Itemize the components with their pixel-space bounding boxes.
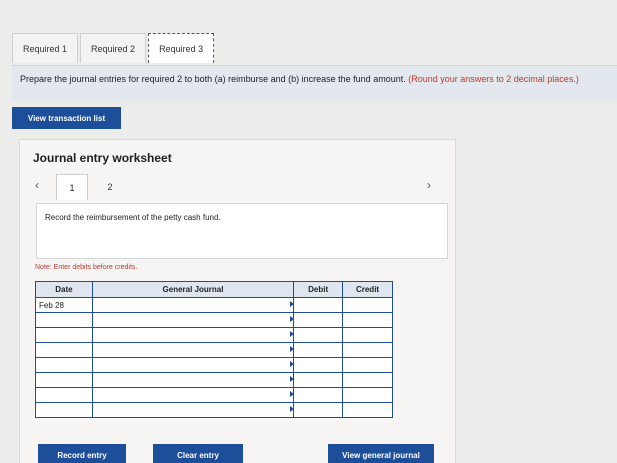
credit-cell[interactable] [342, 402, 393, 418]
requirement-tabs: Required 1 Required 2 Required 3 [12, 33, 216, 63]
debit-cell[interactable] [293, 297, 344, 313]
table-row [35, 357, 393, 373]
col-general-journal-header: General Journal [91, 281, 295, 298]
col-date-header: Date [35, 281, 93, 298]
view-transaction-list-button[interactable]: View transaction list [12, 107, 121, 129]
date-cell[interactable] [35, 312, 93, 328]
page-tab-1[interactable]: 1 [56, 174, 88, 200]
debit-credit-note: Note: Enter debits before credits. [35, 264, 138, 271]
account-cell[interactable] [91, 387, 296, 403]
clear-entry-button[interactable]: Clear entry [153, 444, 243, 463]
account-cell[interactable] [91, 297, 296, 313]
debit-cell[interactable] [293, 327, 344, 343]
account-cell[interactable] [91, 402, 296, 418]
table-row [35, 312, 393, 328]
debit-cell[interactable] [293, 372, 344, 388]
table-row [35, 402, 393, 418]
chevron-right-icon[interactable]: › [427, 178, 431, 192]
instructions-note: (Round your answers to 2 decimal places.… [408, 74, 579, 84]
credit-cell[interactable] [342, 387, 393, 403]
credit-cell[interactable] [342, 357, 393, 373]
tab-required-3[interactable]: Required 3 [148, 33, 215, 63]
tab-required-2[interactable]: Required 2 [80, 33, 147, 63]
account-cell[interactable] [91, 357, 296, 373]
page-tab-2[interactable]: 2 [94, 174, 126, 200]
record-entry-button[interactable]: Record entry [38, 444, 126, 463]
date-cell[interactable] [35, 342, 93, 358]
debit-cell[interactable] [293, 357, 344, 373]
debit-cell[interactable] [293, 342, 344, 358]
col-credit-header: Credit [342, 281, 393, 298]
col-debit-header: Debit [293, 281, 344, 298]
date-cell[interactable] [35, 327, 93, 343]
debit-cell[interactable] [293, 387, 344, 403]
credit-cell[interactable] [342, 312, 393, 328]
record-instruction: Record the reimbursement of the petty ca… [36, 203, 448, 259]
worksheet-title: Journal entry worksheet [33, 151, 172, 165]
instructions-bar: Prepare the journal entries for required… [12, 65, 617, 101]
tab-required-1[interactable]: Required 1 [12, 33, 79, 63]
credit-cell[interactable] [342, 297, 393, 313]
credit-cell[interactable] [342, 372, 393, 388]
debit-cell[interactable] [293, 402, 344, 418]
date-cell[interactable] [35, 357, 93, 373]
journal-entry-worksheet: Journal entry worksheet ‹ 1 2 › Record t… [19, 139, 456, 463]
date-cell[interactable]: Feb 28 [35, 297, 93, 313]
table-row: Feb 28 [35, 297, 393, 313]
instructions-text: Prepare the journal entries for required… [20, 74, 406, 84]
table-row [35, 372, 393, 388]
date-cell[interactable] [35, 402, 93, 418]
date-cell[interactable] [35, 387, 93, 403]
account-cell[interactable] [91, 372, 296, 388]
credit-cell[interactable] [342, 327, 393, 343]
chevron-left-icon[interactable]: ‹ [35, 178, 39, 192]
credit-cell[interactable] [342, 342, 393, 358]
account-cell[interactable] [91, 342, 296, 358]
date-cell[interactable] [35, 372, 93, 388]
account-cell[interactable] [91, 312, 296, 328]
debit-cell[interactable] [293, 312, 344, 328]
table-row [35, 327, 393, 343]
view-general-journal-button[interactable]: View general journal [328, 444, 434, 463]
table-row [35, 342, 393, 358]
account-cell[interactable] [91, 327, 296, 343]
table-row [35, 387, 393, 403]
journal-table: Date General Journal Debit Credit Feb 28 [35, 281, 393, 418]
